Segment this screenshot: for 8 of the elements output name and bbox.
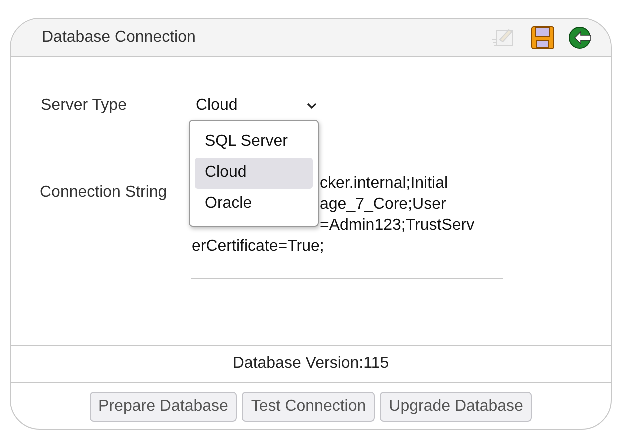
connection-string-text: =Admin123;TrustServ xyxy=(320,217,475,234)
connection-string-text: erCertificate=True; xyxy=(192,238,324,255)
field-label: Connection String xyxy=(40,183,168,203)
connection-string-text: cker.internal;Initial xyxy=(320,175,448,192)
database-version: Database Version:115 xyxy=(11,346,611,383)
connection-string-text: age_7_Core;User xyxy=(320,196,446,213)
field-label: Server Type xyxy=(41,96,128,116)
panel-title: Database Connection xyxy=(42,28,196,46)
